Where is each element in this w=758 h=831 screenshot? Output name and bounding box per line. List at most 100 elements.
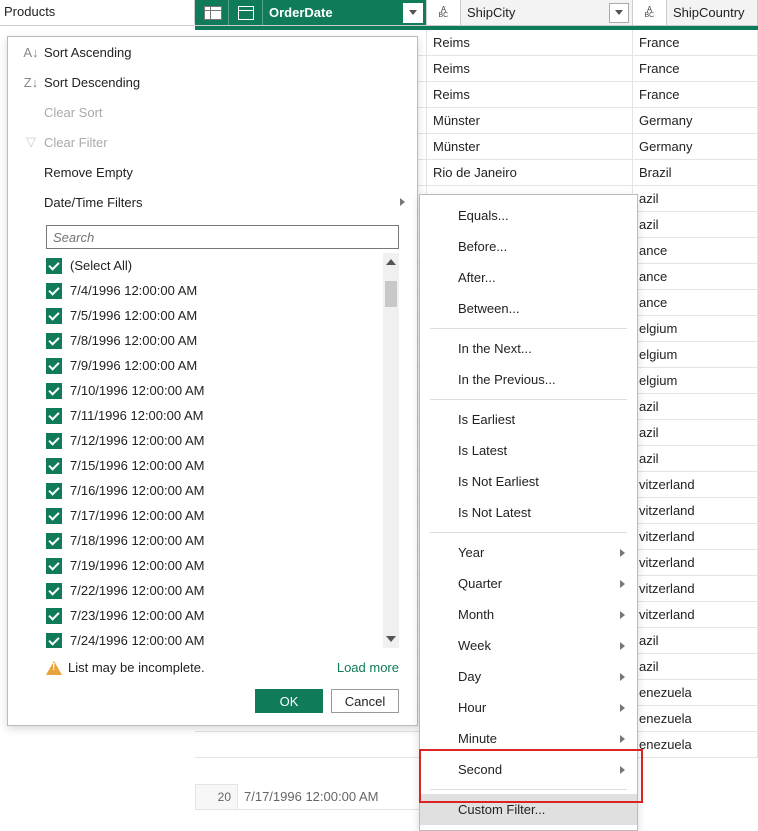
checkbox-icon[interactable] (46, 308, 62, 324)
cell-shipcountry: azil (633, 394, 758, 419)
scroll-up-button[interactable] (383, 253, 399, 271)
checkbox-icon[interactable] (46, 483, 62, 499)
checkbox-icon[interactable] (46, 358, 62, 374)
filter-value-row[interactable]: 7/17/1996 12:00:00 AM (46, 503, 377, 528)
checkbox-icon[interactable] (46, 383, 62, 399)
cell-shipcountry: azil (633, 446, 758, 471)
checkbox-icon[interactable] (46, 583, 62, 599)
filter-in-next[interactable]: In the Next... (420, 333, 637, 364)
column-header-shipcountry[interactable]: ShipCountry (633, 0, 758, 25)
filter-value-row[interactable]: 7/15/1996 12:00:00 AM (46, 453, 377, 478)
cell-shipcountry: vitzerland (633, 576, 758, 601)
checkbox-icon[interactable] (46, 333, 62, 349)
checkbox-icon[interactable] (46, 283, 62, 299)
column-header-orderdate[interactable]: OrderDate (195, 0, 427, 25)
filter-value-label: 7/16/1996 12:00:00 AM (70, 483, 204, 498)
filter-value-row[interactable]: 7/5/1996 12:00:00 AM (46, 303, 377, 328)
filter-equals[interactable]: Equals... (420, 200, 637, 231)
column-header-shipcity[interactable]: ShipCity (427, 0, 633, 25)
checkbox-icon[interactable] (46, 533, 62, 549)
filter-value-label: 7/5/1996 12:00:00 AM (70, 308, 197, 323)
filter-year[interactable]: Year (420, 537, 637, 568)
cell-shipcountry: France (633, 56, 758, 81)
checkbox-icon[interactable] (46, 558, 62, 574)
load-more-link[interactable]: Load more (337, 660, 399, 675)
cell-shipcountry: elgium (633, 368, 758, 393)
checkbox-icon[interactable] (46, 633, 62, 649)
filter-after[interactable]: After... (420, 262, 637, 293)
sort-ascending[interactable]: A↓ Sort Ascending (8, 37, 417, 67)
filter-value-label: 7/10/1996 12:00:00 AM (70, 383, 204, 398)
filter-is-not-earliest[interactable]: Is Not Earliest (420, 466, 637, 497)
sort-descending[interactable]: Z↓ Sort Descending (8, 67, 417, 97)
remove-empty[interactable]: Remove Empty (8, 157, 417, 187)
filter-value-label: 7/9/1996 12:00:00 AM (70, 358, 197, 373)
filter-value-row[interactable]: 7/23/1996 12:00:00 AM (46, 603, 377, 628)
filter-before[interactable]: Before... (420, 231, 637, 262)
filter-value-row[interactable]: 7/11/1996 12:00:00 AM (46, 403, 377, 428)
filter-value-row[interactable]: 7/10/1996 12:00:00 AM (46, 378, 377, 403)
sort-asc-icon: A↓ (18, 45, 44, 60)
text-type-icon (427, 0, 461, 25)
column-label: ShipCountry (667, 5, 757, 20)
cell-shipcountry: France (633, 82, 758, 107)
checkbox-icon[interactable] (46, 458, 62, 474)
cell-shipcity: Münster (427, 108, 633, 133)
filter-value-row[interactable]: 7/19/1996 12:00:00 AM (46, 553, 377, 578)
filter-quarter[interactable]: Quarter (420, 568, 637, 599)
separator (430, 328, 627, 329)
scrollbar[interactable] (383, 253, 399, 648)
column-label: Products (4, 4, 55, 19)
cell-shipcountry: vitzerland (633, 524, 758, 549)
cancel-button[interactable]: Cancel (331, 689, 399, 713)
filter-value-row[interactable]: 7/4/1996 12:00:00 AM (46, 278, 377, 303)
cell-shipcountry: azil (633, 186, 758, 211)
filter-in-previous[interactable]: In the Previous... (420, 364, 637, 395)
scroll-thumb[interactable] (385, 281, 397, 307)
filter-value-row[interactable]: 7/8/1996 12:00:00 AM (46, 328, 377, 353)
separator (430, 789, 627, 790)
cell-orderdate: 7/17/1996 12:00:00 AM (238, 784, 427, 810)
filter-hour[interactable]: Hour (420, 692, 637, 723)
filter-value-row[interactable]: (Select All) (46, 253, 377, 278)
checkbox-icon[interactable] (46, 258, 62, 274)
filter-week[interactable]: Week (420, 630, 637, 661)
checkbox-icon[interactable] (46, 408, 62, 424)
incomplete-message: List may be incomplete. (68, 660, 205, 675)
column-header-products[interactable]: Products (0, 0, 195, 25)
filter-month[interactable]: Month (420, 599, 637, 630)
filter-minute[interactable]: Minute (420, 723, 637, 754)
filter-value-label: (Select All) (70, 258, 132, 273)
checkbox-icon[interactable] (46, 508, 62, 524)
filter-value-row[interactable]: 7/18/1996 12:00:00 AM (46, 528, 377, 553)
checkbox-icon[interactable] (46, 608, 62, 624)
filter-custom[interactable]: Custom Filter... (420, 794, 637, 825)
cell-shipcountry: France (633, 30, 758, 55)
filter-day[interactable]: Day (420, 661, 637, 692)
search-input[interactable] (46, 225, 399, 249)
filter-value-row[interactable]: 7/9/1996 12:00:00 AM (46, 353, 377, 378)
filter-value-row[interactable]: 7/12/1996 12:00:00 AM (46, 428, 377, 453)
filter-is-not-latest[interactable]: Is Not Latest (420, 497, 637, 528)
filter-value-row[interactable]: 7/24/1996 12:00:00 AM (46, 628, 377, 648)
cell-shipcountry: enezuela (633, 680, 758, 705)
cell-shipcountry: azil (633, 628, 758, 653)
filter-value-label: 7/15/1996 12:00:00 AM (70, 458, 204, 473)
filter-value-row[interactable]: 7/16/1996 12:00:00 AM (46, 478, 377, 503)
checkbox-icon[interactable] (46, 433, 62, 449)
filter-value-row[interactable]: 7/22/1996 12:00:00 AM (46, 578, 377, 603)
scroll-down-button[interactable] (383, 630, 399, 648)
filter-is-latest[interactable]: Is Latest (420, 435, 637, 466)
cell-shipcountry: vitzerland (633, 472, 758, 497)
date-time-filters[interactable]: Date/Time Filters (8, 187, 417, 217)
ok-button[interactable]: OK (255, 689, 323, 713)
filter-is-earliest[interactable]: Is Earliest (420, 404, 637, 435)
filter-dropdown-button[interactable] (609, 3, 629, 23)
cell-shipcountry: vitzerland (633, 498, 758, 523)
filter-second[interactable]: Second (420, 754, 637, 785)
filter-dropdown-button[interactable] (403, 3, 423, 23)
cell-shipcountry: azil (633, 212, 758, 237)
cell-shipcountry: Germany (633, 108, 758, 133)
filter-value-label: 7/8/1996 12:00:00 AM (70, 333, 197, 348)
filter-between[interactable]: Between... (420, 293, 637, 324)
